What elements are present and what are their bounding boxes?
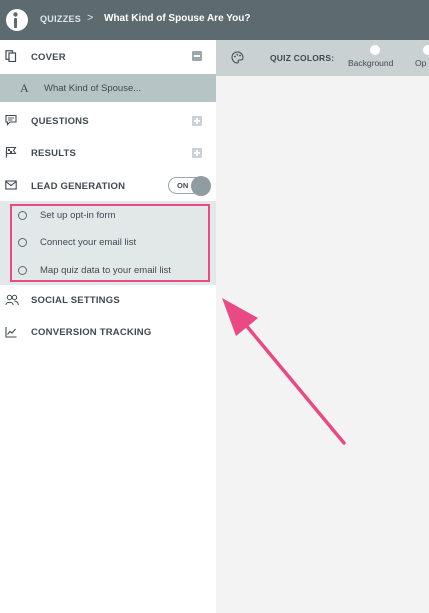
top-bar: QUIZZES > What Kind of Spouse Are You? <box>0 0 429 40</box>
toolbar-divider <box>256 40 266 76</box>
sidebar-item-cover[interactable]: COVER <box>0 44 216 68</box>
add-result-icon[interactable] <box>192 148 202 158</box>
sidebar-item-label: RESULTS <box>31 148 77 159</box>
cover-icon <box>5 50 17 62</box>
sidebar-item-conversion-tracking[interactable]: CONVERSION TRACKING <box>0 321 216 343</box>
quiz-preview-canvas <box>216 76 429 613</box>
toggle-label: ON <box>177 181 189 190</box>
line-chart-icon <box>5 327 17 338</box>
cover-item-title: What Kind of Spouse... <box>44 83 142 94</box>
cover-item-selected[interactable]: A What Kind of Spouse... <box>0 74 216 102</box>
app-logo-icon[interactable] <box>6 8 28 32</box>
annotation-highlight-box <box>10 204 210 282</box>
sidebar-item-label: SOCIAL SETTINGS <box>31 295 120 306</box>
lead-generation-toggle[interactable]: ON <box>168 176 211 196</box>
background-color-label[interactable]: Background <box>348 58 393 68</box>
sidebar-item-social-settings[interactable]: SOCIAL SETTINGS <box>0 289 216 311</box>
option-color-swatch[interactable] <box>423 45 429 55</box>
option-color-label[interactable]: Op <box>415 58 426 68</box>
palette-icon[interactable] <box>231 51 244 64</box>
background-color-swatch[interactable] <box>370 45 380 55</box>
sidebar-item-questions[interactable]: QUESTIONS <box>0 110 216 132</box>
envelope-icon <box>5 180 17 190</box>
quiz-colors-toolbar: QUIZ COLORS: Background Op <box>216 40 429 76</box>
quiz-title: What Kind of Spouse Are You? <box>104 13 251 24</box>
sidebar-item-label: CONVERSION TRACKING <box>31 327 152 338</box>
quiz-colors-label: QUIZ COLORS: <box>270 53 335 63</box>
add-question-icon[interactable] <box>192 116 202 126</box>
breadcrumb-separator: > <box>87 12 94 24</box>
cover-letter-icon: A <box>20 81 29 95</box>
breadcrumb-quizzes[interactable]: QUIZZES <box>40 14 81 24</box>
sidebar-item-label: COVER <box>31 52 66 63</box>
collapse-icon[interactable] <box>192 51 202 61</box>
toggle-knob[interactable] <box>191 176 211 196</box>
sidebar-item-label: LEAD GENERATION <box>31 181 126 192</box>
users-icon <box>5 294 19 306</box>
speech-bubble-icon <box>5 114 17 126</box>
sidebar-item-results[interactable]: RESULTS <box>0 142 216 164</box>
flag-icon <box>5 146 17 158</box>
sidebar-item-label: QUESTIONS <box>31 116 89 127</box>
sidebar-item-lead-generation[interactable]: LEAD GENERATION ON <box>0 174 216 196</box>
